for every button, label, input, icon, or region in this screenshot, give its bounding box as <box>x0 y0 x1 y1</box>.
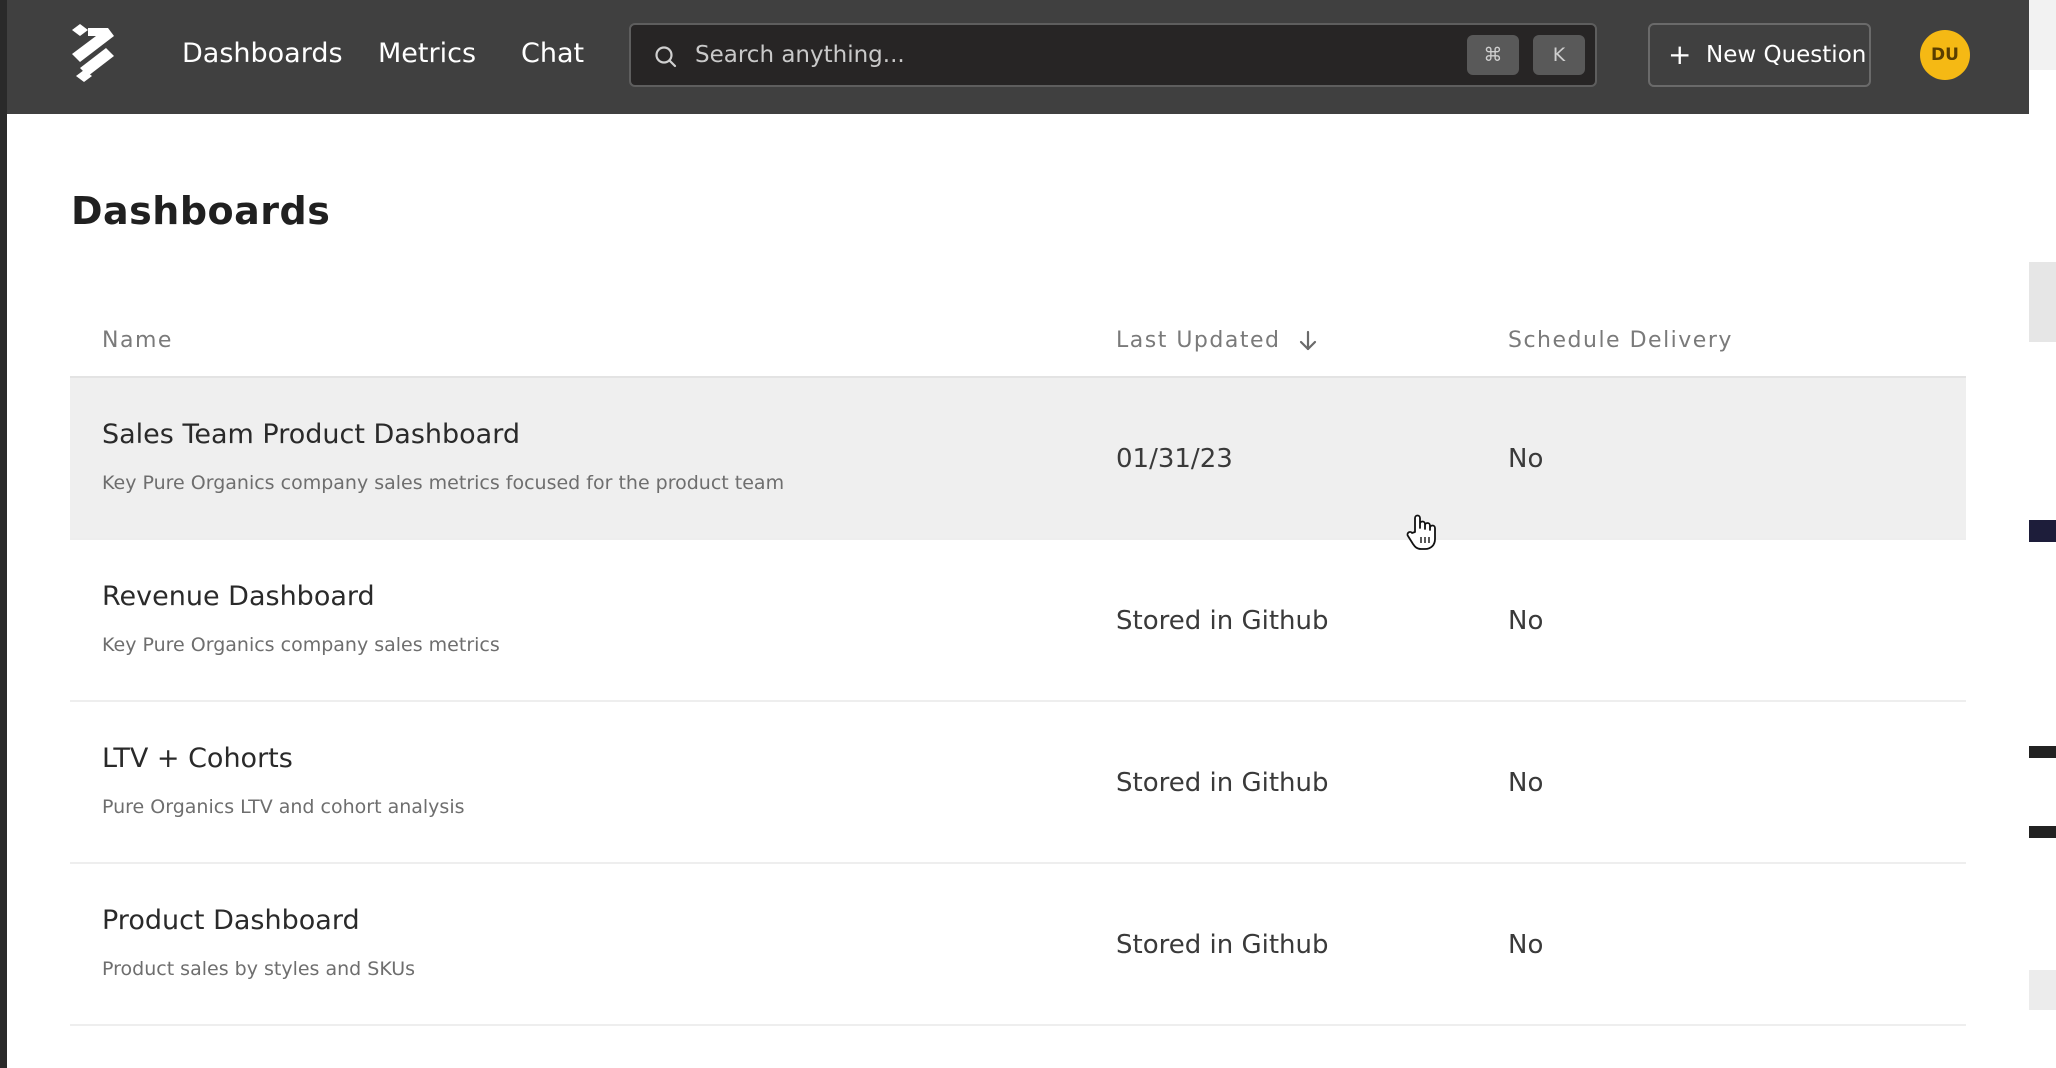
schedule-delivery-value: No <box>1508 444 1544 474</box>
column-header-name[interactable]: Name <box>102 326 173 356</box>
table-header: Name Last Updated Schedule Delivery <box>70 310 1966 378</box>
column-header-schedule-delivery[interactable]: Schedule Delivery <box>1508 326 1733 356</box>
schedule-delivery-value: No <box>1508 606 1544 636</box>
page-title: Dashboards <box>71 189 331 233</box>
dashboard-description: Product sales by styles and SKUs <box>102 958 416 980</box>
table-row[interactable]: Sales Team Product Dashboard Key Pure Or… <box>70 378 1966 540</box>
column-header-last-updated[interactable]: Last Updated <box>1116 326 1280 356</box>
sort-down-arrow-icon[interactable] <box>1296 328 1320 354</box>
dashboard-name[interactable]: Product Dashboard <box>102 904 360 938</box>
shortcut-key-command: ⌘ <box>1467 35 1519 75</box>
search-icon <box>655 46 677 68</box>
dashboard-name[interactable]: Revenue Dashboard <box>102 580 375 614</box>
background-window-edge <box>2029 0 2056 1068</box>
user-avatar[interactable]: DU <box>1920 30 1970 80</box>
new-question-button[interactable]: + New Question <box>1648 23 1871 87</box>
top-navigation-bar: Dashboards Metrics Chat ⌘ K + New Questi… <box>7 0 2029 114</box>
dashboards-table: Name Last Updated Schedule Delivery Sale… <box>70 310 1966 1026</box>
app-window: Dashboards Metrics Chat ⌘ K + New Questi… <box>7 0 2029 1068</box>
new-question-label: New Question <box>1706 42 1867 68</box>
last-updated-value: Stored in Github <box>1116 768 1329 798</box>
nav-link-chat[interactable]: Chat <box>521 36 584 72</box>
last-updated-value: Stored in Github <box>1116 930 1329 960</box>
dashboard-name[interactable]: Sales Team Product Dashboard <box>102 418 520 452</box>
plus-icon: + <box>1668 38 1692 71</box>
dashboard-description: Key Pure Organics company sales metrics <box>102 634 500 656</box>
table-row[interactable]: LTV + Cohorts Pure Organics LTV and coho… <box>70 702 1966 864</box>
shortcut-key-k: K <box>1533 35 1585 75</box>
logo-icon[interactable] <box>66 24 118 84</box>
last-updated-value: 01/31/23 <box>1116 444 1233 474</box>
dashboard-description: Pure Organics LTV and cohort analysis <box>102 796 465 818</box>
search-box[interactable]: ⌘ K <box>629 23 1597 87</box>
table-row[interactable]: Product Dashboard Product sales by style… <box>70 864 1966 1026</box>
nav-link-dashboards[interactable]: Dashboards <box>182 36 343 72</box>
dashboard-name[interactable]: LTV + Cohorts <box>102 742 293 776</box>
nav-link-metrics[interactable]: Metrics <box>378 36 476 72</box>
dashboard-description: Key Pure Organics company sales metrics … <box>102 472 785 494</box>
schedule-delivery-value: No <box>1508 930 1544 960</box>
schedule-delivery-value: No <box>1508 768 1544 798</box>
last-updated-value: Stored in Github <box>1116 606 1329 636</box>
search-input[interactable] <box>695 38 1475 72</box>
table-row[interactable]: Revenue Dashboard Key Pure Organics comp… <box>70 540 1966 702</box>
